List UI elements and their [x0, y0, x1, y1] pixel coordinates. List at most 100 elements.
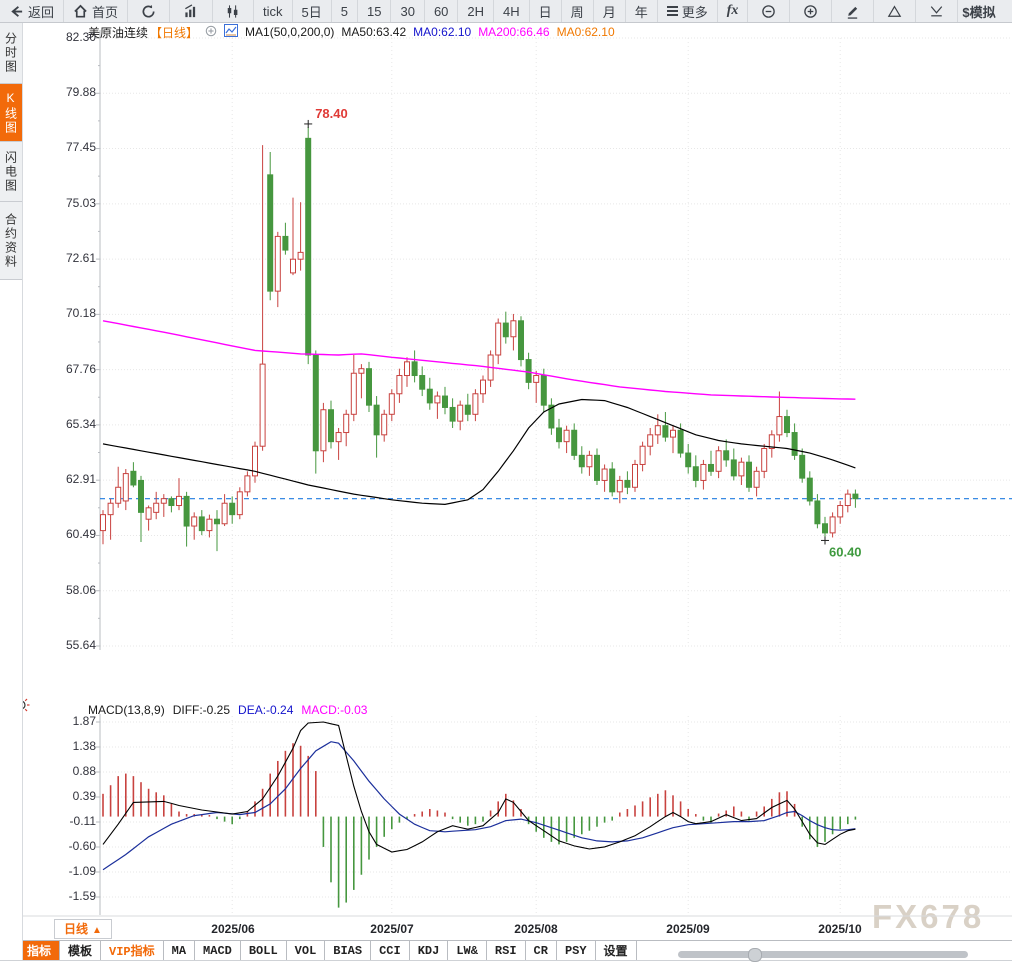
candlestick-icon	[226, 4, 240, 19]
tab-cci[interactable]: CCI	[371, 941, 410, 960]
macd-tick: -1.09	[50, 864, 96, 878]
home-button[interactable]: 首页	[64, 0, 128, 22]
macd-settings: MACD(13,8,9)	[88, 703, 165, 717]
fx-icon: fx	[727, 3, 739, 19]
tab-psy[interactable]: PSY	[557, 941, 596, 960]
tab-settings[interactable]: 设置	[596, 941, 637, 960]
ma0-blue-value: MA0:62.10	[413, 25, 471, 39]
date-label: 2025/06	[203, 922, 263, 936]
date-label: 2025/10	[810, 922, 870, 936]
candlestick-view-button[interactable]	[213, 0, 254, 22]
tab-template[interactable]: 模板	[60, 941, 101, 960]
simulate-button[interactable]: $模拟	[958, 0, 1012, 22]
tab-boll[interactable]: BOLL	[241, 941, 287, 960]
price-tick: 79.88	[50, 85, 96, 99]
macd-tick: -0.11	[50, 814, 96, 828]
zoom-in-icon	[803, 4, 818, 19]
period-year[interactable]: 年	[626, 0, 658, 22]
sidebar-item-lightning-chart[interactable]: 闪电图	[0, 142, 22, 202]
tab-cr[interactable]: CR	[526, 941, 557, 960]
tab-kdj[interactable]: KDJ	[410, 941, 449, 960]
period-tag: 【日线】	[150, 24, 198, 41]
more-button[interactable]: 更多	[658, 0, 718, 22]
left-sidebar: 分时图 K线图 闪电图 合约资料	[0, 22, 23, 960]
price-tick: 75.03	[50, 196, 96, 210]
horizontal-scrollbar[interactable]	[678, 951, 968, 958]
draw-button[interactable]	[832, 0, 874, 22]
date-label: 2025/09	[658, 922, 718, 936]
home-icon	[73, 4, 88, 19]
zoom-out-icon	[761, 4, 776, 19]
svg-text:60.40: 60.40	[829, 544, 862, 559]
macd-tick: -0.60	[50, 839, 96, 853]
price-tick: 82.30	[50, 30, 96, 44]
tab-rsi[interactable]: RSI	[487, 941, 526, 960]
zoom-out-button[interactable]	[748, 0, 790, 22]
charting-app: { "toolbar": {"items": [ {"name":"back",…	[0, 0, 1012, 960]
period-15m[interactable]: 15	[358, 0, 391, 22]
refresh-button[interactable]	[128, 0, 170, 22]
macd-tick: 1.87	[50, 714, 96, 728]
triangle-down-button[interactable]	[916, 0, 958, 22]
triangle-up-icon	[887, 4, 902, 18]
tab-vip-indicator[interactable]: VIP指标	[101, 941, 164, 960]
back-button[interactable]: 返回	[0, 0, 64, 22]
tab-vol[interactable]: VOL	[287, 941, 326, 960]
period-4h[interactable]: 4H	[494, 0, 530, 22]
bar-chart-button[interactable]	[170, 0, 213, 22]
mini-chart-icon[interactable]	[224, 24, 238, 40]
bar-chart-icon	[183, 4, 199, 19]
period-selector[interactable]: 日线▲	[54, 919, 112, 939]
symbol-name: 美原油连续	[88, 24, 148, 41]
tab-ma[interactable]: MA	[164, 941, 195, 960]
home-label: 首页	[92, 2, 118, 21]
macd-tick: -1.59	[50, 889, 96, 903]
tab-lw[interactable]: LW&	[448, 941, 487, 960]
macd-tick: 1.38	[50, 739, 96, 753]
price-tick: 60.49	[50, 527, 96, 541]
sidebar-item-kline-chart[interactable]: K线图	[0, 84, 22, 142]
diff-value: DIFF:-0.25	[173, 703, 230, 717]
zoom-in-button[interactable]	[790, 0, 832, 22]
price-tick: 67.76	[50, 362, 96, 376]
period-tick[interactable]: tick	[254, 0, 293, 22]
macd-tick: 0.39	[50, 789, 96, 803]
period-5m[interactable]: 5	[332, 0, 358, 22]
refresh-icon	[141, 4, 156, 19]
tab-macd[interactable]: MACD	[195, 941, 241, 960]
triangle-up-glyph: ▲	[92, 925, 102, 936]
period-30m[interactable]: 30	[391, 0, 424, 22]
period-month[interactable]: 月	[594, 0, 626, 22]
price-tick: 72.61	[50, 251, 96, 265]
price-tick: 70.18	[50, 306, 96, 320]
sidebar-item-time-chart[interactable]: 分时图	[0, 22, 22, 84]
top-toolbar: 返回 首页 tick 5日 5 15 30 60 2H 4H 日 周 月 年 更…	[0, 0, 1012, 23]
back-icon	[9, 4, 24, 19]
price-tick: 62.91	[50, 472, 96, 486]
pencil-icon	[845, 4, 860, 19]
period-5d[interactable]: 5日	[293, 0, 332, 22]
tab-bias[interactable]: BIAS	[325, 941, 371, 960]
fx-indicator-button[interactable]: fx	[718, 0, 749, 22]
price-tick: 77.45	[50, 140, 96, 154]
period-week[interactable]: 周	[562, 0, 594, 22]
triangle-down-icon	[929, 4, 944, 18]
chart-header: 美原油连续 【日线】 MA1(50,0,200,0) MA50:63.42 MA…	[88, 25, 615, 39]
dea-value: DEA:-0.24	[238, 703, 293, 717]
price-tick: 65.34	[50, 417, 96, 431]
triangle-up-button[interactable]	[874, 0, 916, 22]
macd-tick: 0.88	[50, 764, 96, 778]
price-tick: 55.64	[50, 638, 96, 652]
period-60m[interactable]: 60	[425, 0, 458, 22]
collapse-icon[interactable]	[205, 25, 217, 40]
period-day[interactable]: 日	[530, 0, 562, 22]
tab-indicator[interactable]: 指标	[19, 941, 60, 960]
ma0-orange-value: MA0:62.10	[557, 25, 615, 39]
ma-settings: MA1(50,0,200,0)	[245, 25, 334, 39]
period-2h[interactable]: 2H	[458, 0, 494, 22]
sidebar-item-contract-info[interactable]: 合约资料	[0, 202, 22, 280]
hamburger-icon	[667, 4, 678, 18]
price-tick: 58.06	[50, 583, 96, 597]
ma50-value: MA50:63.42	[341, 25, 406, 39]
candlestick-chart[interactable]: 78.4060.40	[0, 0, 1012, 960]
